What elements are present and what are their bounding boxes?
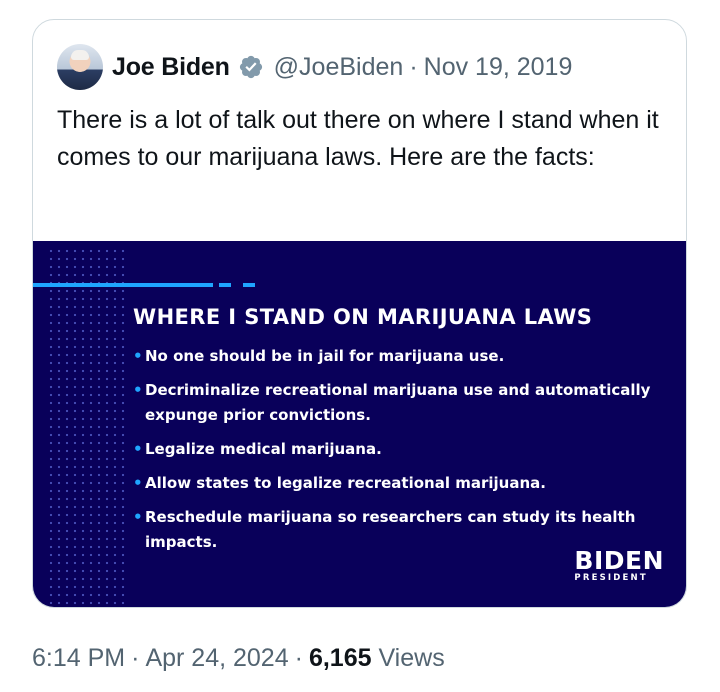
image-title: WHERE I STAND ON MARIJUANA LAWS <box>133 305 593 329</box>
tweet-header: Joe Biden @JoeBiden · Nov 19, 2019 <box>57 44 572 90</box>
fact-item: • No one should be in jail for marijuana … <box>133 344 653 369</box>
separator: · <box>294 644 303 672</box>
post-full-date[interactable]: Apr 24, 2024 <box>145 644 288 672</box>
tweet-image[interactable]: WHERE I STAND ON MARIJUANA LAWS • No one … <box>33 241 686 607</box>
separator: · <box>409 52 418 81</box>
biden-logo: BIDEN PRESIDENT <box>574 546 664 583</box>
facts-list: • No one should be in jail for marijuana … <box>133 344 653 564</box>
handle-and-date: @JoeBiden · Nov 19, 2019 <box>274 53 573 82</box>
bullet-icon: • <box>133 381 143 399</box>
fact-item: • Decriminalize recreational marijuana us… <box>133 378 653 428</box>
bullet-icon: • <box>133 347 143 365</box>
post-date[interactable]: Nov 19, 2019 <box>424 53 573 81</box>
accent-dash <box>243 283 255 287</box>
fact-text: Legalize medical marijuana. <box>145 440 382 458</box>
tweet-meta: 6:14 PM · Apr 24, 2024 · 6,165 Views <box>32 644 445 673</box>
fact-text: Reschedule marijuana so researchers can … <box>145 508 636 551</box>
author-handle[interactable]: @JoeBiden <box>274 53 404 81</box>
bullet-icon: • <box>133 474 143 492</box>
bullet-icon: • <box>133 440 143 458</box>
dot-pattern <box>47 247 127 607</box>
logo-main-text: BIDEN <box>574 546 664 575</box>
tweet-text: There is a lot of talk out there on wher… <box>57 106 659 171</box>
accent-bar <box>33 283 213 287</box>
bullet-icon: • <box>133 508 143 526</box>
views-label: Views <box>378 644 445 672</box>
post-time[interactable]: 6:14 PM <box>32 644 125 672</box>
fact-text: Decriminalize recreational marijuana use… <box>145 381 651 424</box>
author-name[interactable]: Joe Biden <box>112 53 230 82</box>
fact-item: • Allow states to legalize recreational m… <box>133 471 653 496</box>
separator: · <box>131 644 140 672</box>
tweet-card[interactable]: Joe Biden @JoeBiden · Nov 19, 2019 There i… <box>32 19 687 608</box>
views-count: 6,165 <box>308 644 372 672</box>
verified-badge-icon[interactable] <box>238 54 264 80</box>
fact-text: Allow states to legalize recreational ma… <box>145 474 546 492</box>
fact-text: No one should be in jail for marijuana u… <box>145 347 505 365</box>
fact-item: • Legalize medical marijuana. <box>133 437 653 462</box>
avatar[interactable] <box>57 44 103 90</box>
accent-dash <box>219 283 231 287</box>
